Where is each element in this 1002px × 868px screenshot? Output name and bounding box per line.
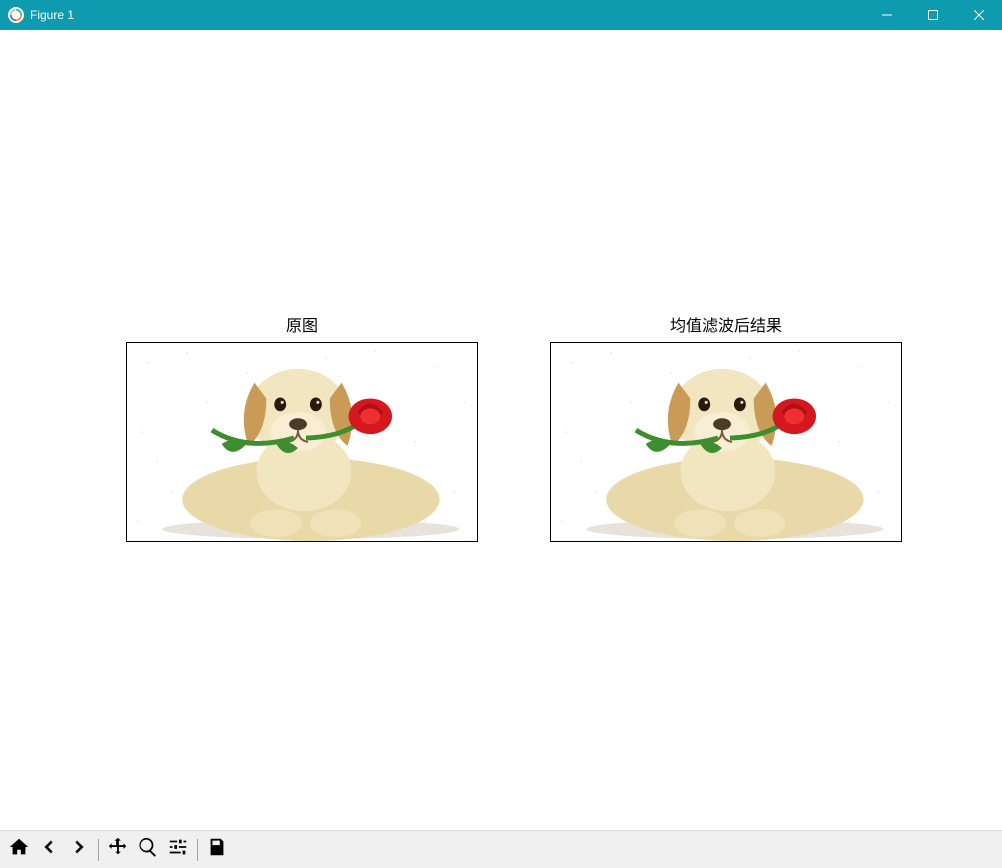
sliders-icon xyxy=(167,836,189,863)
toolbar-separator xyxy=(197,839,198,861)
save-icon xyxy=(206,836,228,863)
close-button[interactable] xyxy=(956,0,1002,30)
magnifier-icon xyxy=(137,836,159,863)
subplot-2-image xyxy=(550,342,902,542)
zoom-button[interactable] xyxy=(133,835,163,865)
arrow-right-icon xyxy=(68,836,90,863)
arrow-left-icon xyxy=(38,836,60,863)
home-button[interactable] xyxy=(4,835,34,865)
toolbar-separator xyxy=(98,839,99,861)
subplot-1: 原图 xyxy=(126,312,478,542)
figure-canvas[interactable]: 原图 均值滤波后结果 xyxy=(0,30,1002,830)
app-icon xyxy=(8,7,24,23)
window-title: Figure 1 xyxy=(30,8,74,22)
subplot-2-title: 均值滤波后结果 xyxy=(550,312,902,336)
move-icon xyxy=(107,836,129,863)
maximize-button[interactable] xyxy=(910,0,956,30)
subplot-2: 均值滤波后结果 xyxy=(550,312,902,542)
home-icon xyxy=(8,836,30,863)
subplot-1-title: 原图 xyxy=(126,312,478,336)
forward-button[interactable] xyxy=(64,835,94,865)
title-bar: Figure 1 xyxy=(0,0,1002,30)
pan-button[interactable] xyxy=(103,835,133,865)
matplotlib-toolbar xyxy=(0,830,1002,868)
configure-button[interactable] xyxy=(163,835,193,865)
save-button[interactable] xyxy=(202,835,232,865)
back-button[interactable] xyxy=(34,835,64,865)
minimize-button[interactable] xyxy=(864,0,910,30)
subplot-1-image xyxy=(126,342,478,542)
